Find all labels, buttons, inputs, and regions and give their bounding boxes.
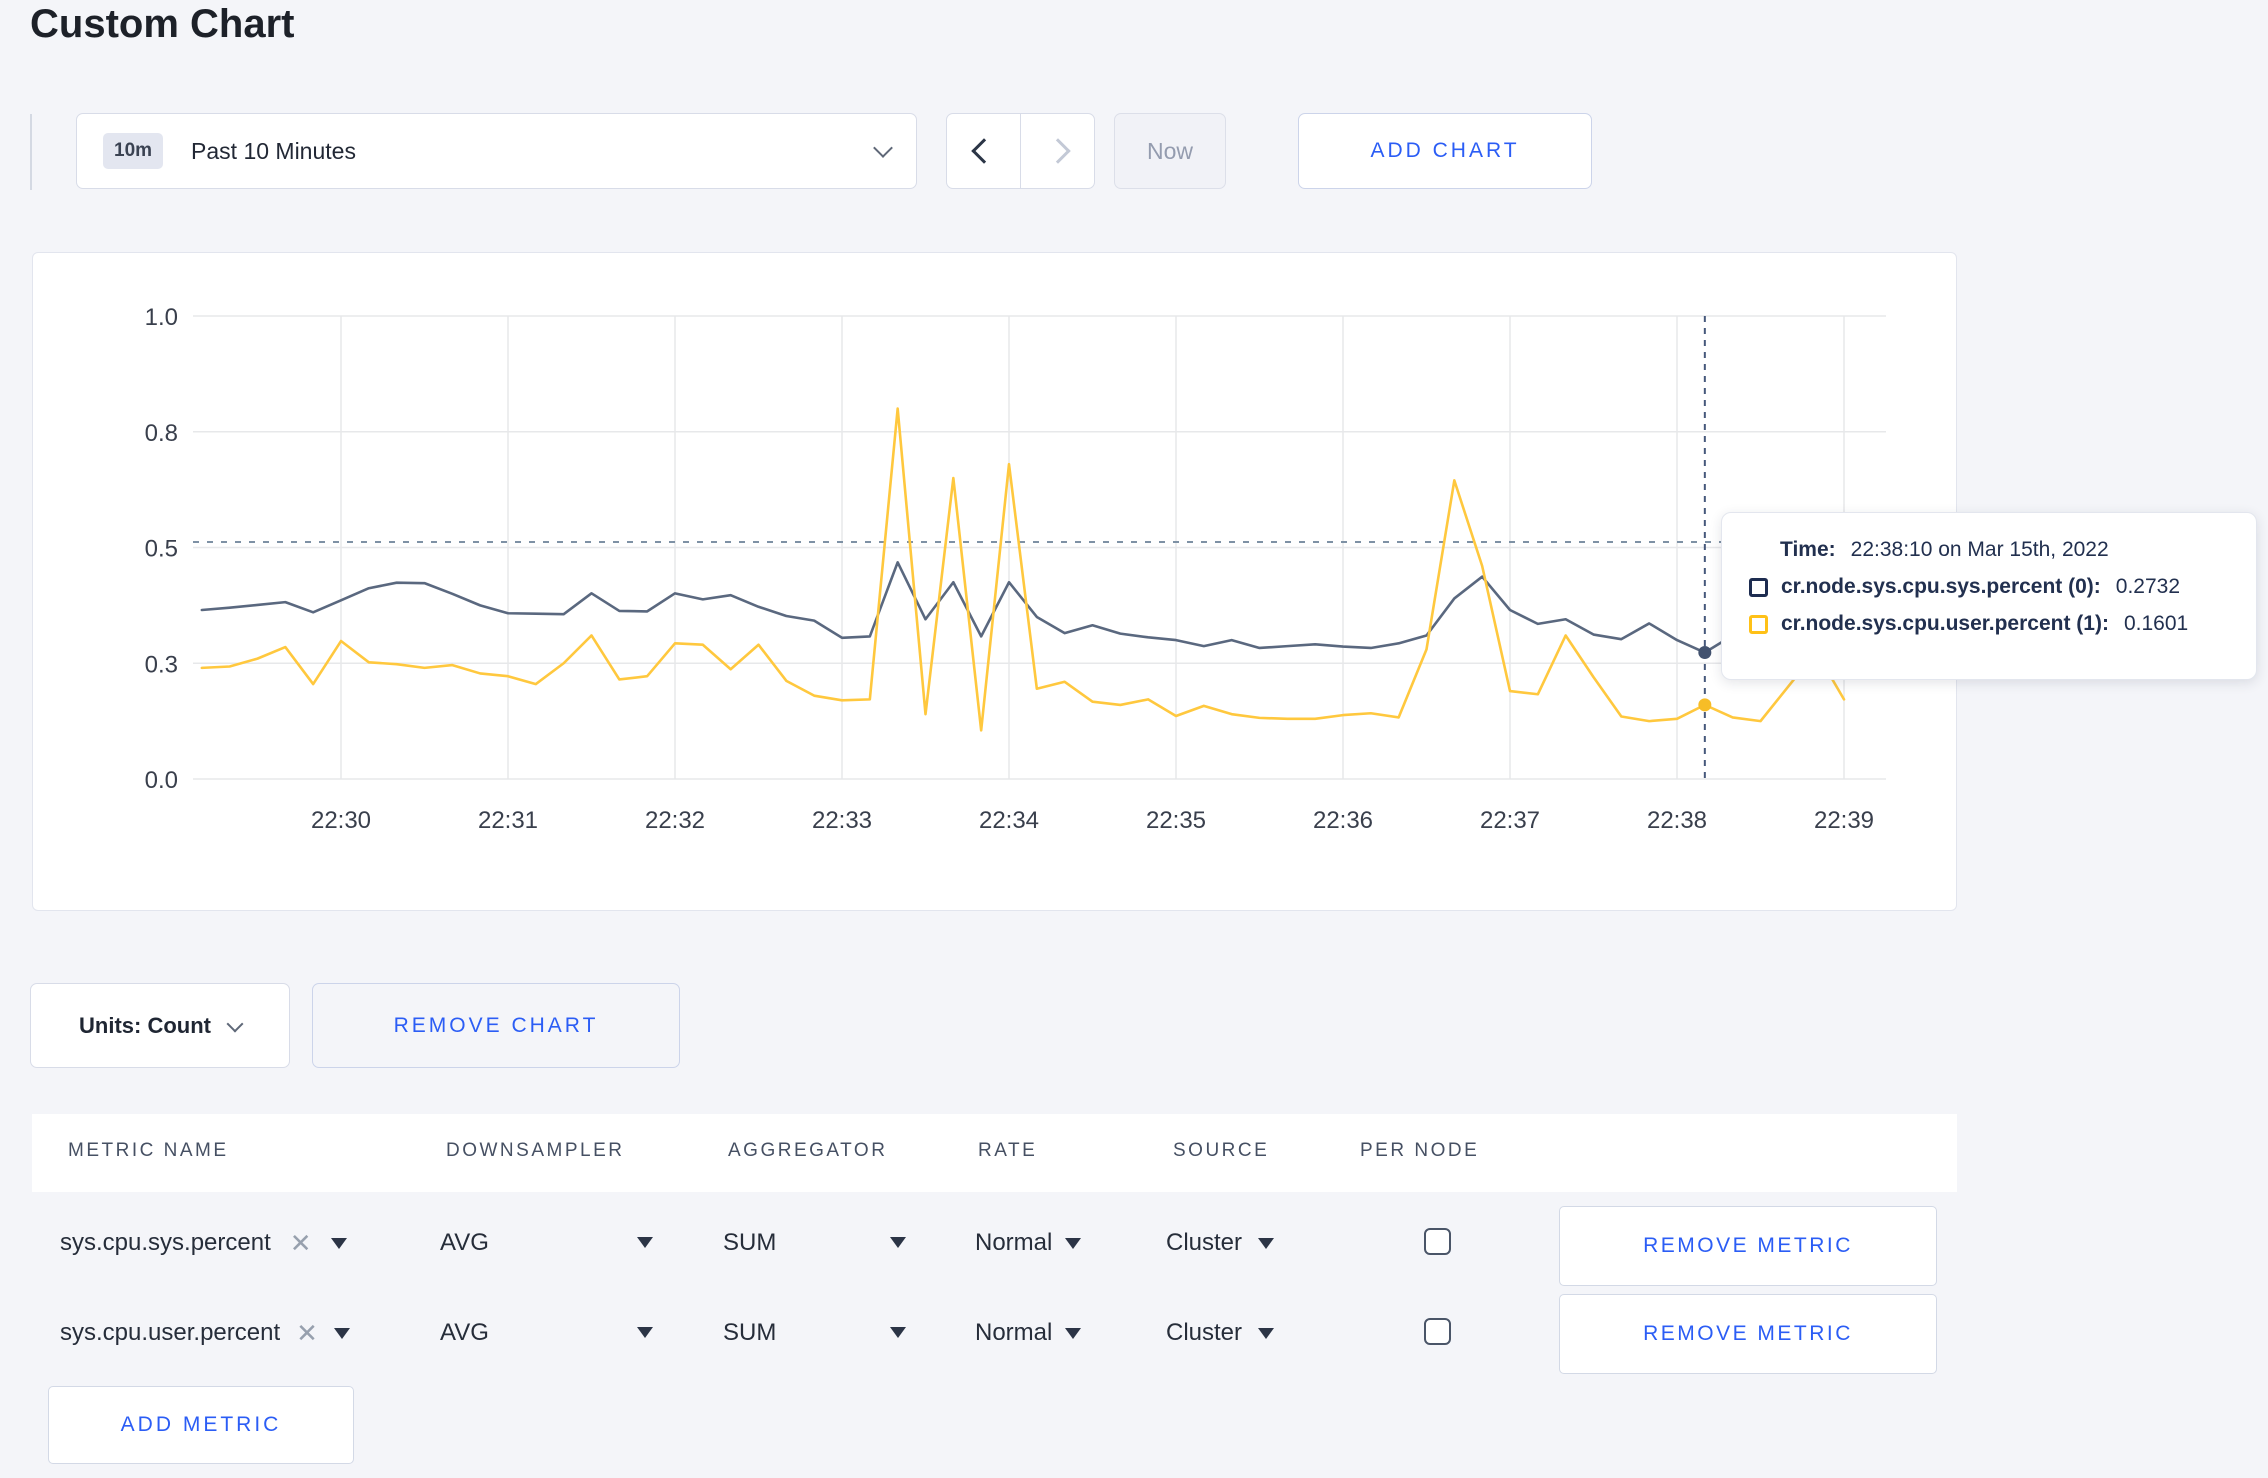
aggregator-value: SUM bbox=[723, 1319, 777, 1346]
aggregator-value: SUM bbox=[723, 1229, 777, 1256]
metric-name-value: sys.cpu.user.percent bbox=[60, 1319, 281, 1346]
prev-time-button[interactable] bbox=[947, 114, 1021, 188]
downsampler-value: AVG bbox=[440, 1229, 489, 1256]
metric-name-value: sys.cpu.sys.percent bbox=[60, 1229, 271, 1256]
svg-text:0.0: 0.0 bbox=[145, 767, 178, 794]
svg-text:0.8: 0.8 bbox=[145, 420, 178, 447]
dropdown-arrow-icon bbox=[1258, 1237, 1275, 1249]
metric-name-select[interactable]: sys.cpu.user.percent ✕ bbox=[60, 1319, 350, 1347]
svg-text:22:39: 22:39 bbox=[1814, 807, 1874, 834]
svg-text:0.3: 0.3 bbox=[145, 651, 178, 678]
units-label: Units: Count bbox=[79, 1012, 211, 1038]
now-button[interactable]: Now bbox=[1114, 113, 1226, 189]
downsampler-select[interactable]: AVG bbox=[440, 1229, 489, 1257]
tooltip-series-label: cr.node.sys.cpu.user.percent (1): bbox=[1781, 612, 2109, 635]
cpu-percent-line-chart[interactable]: 0.0 0.3 0.5 0.8 1.0 22:30 22:31 22:32 22:33 22:34… bbox=[33, 253, 1958, 912]
chevron-right-icon bbox=[1044, 138, 1071, 164]
rate-select[interactable]: Normal bbox=[975, 1319, 1082, 1347]
metrics-table-header: METRIC NAME DOWNSAMPLER AGGREGATOR RATE … bbox=[32, 1114, 1957, 1192]
svg-text:22:32: 22:32 bbox=[645, 807, 705, 834]
user-percent-swatch-icon bbox=[1749, 614, 1768, 634]
aggregator-select[interactable]: SUM bbox=[723, 1319, 776, 1347]
chart-panel: 0.0 0.3 0.5 0.8 1.0 22:30 22:31 22:32 22:33 22:34… bbox=[32, 252, 1957, 911]
rate-value: Normal bbox=[975, 1229, 1053, 1256]
header-metric-name: METRIC NAME bbox=[68, 1140, 229, 1161]
add-chart-button[interactable]: ADD CHART bbox=[1298, 113, 1592, 189]
header-per-node: PER NODE bbox=[1360, 1140, 1480, 1161]
svg-text:22:37: 22:37 bbox=[1480, 807, 1540, 834]
dropdown-arrow-icon bbox=[1258, 1327, 1275, 1339]
dropdown-arrow-icon bbox=[1065, 1327, 1082, 1339]
per-node-checkbox[interactable] bbox=[1424, 1318, 1451, 1345]
chevron-down-icon bbox=[226, 1015, 244, 1032]
dropdown-arrow-icon[interactable] bbox=[637, 1237, 653, 1248]
header-rate: RATE bbox=[978, 1140, 1038, 1161]
aggregator-select[interactable]: SUM bbox=[723, 1229, 776, 1257]
clear-metric-icon[interactable]: ✕ bbox=[296, 1320, 318, 1346]
time-window-label: Past 10 Minutes bbox=[191, 137, 356, 164]
dropdown-arrow-icon bbox=[330, 1237, 347, 1249]
dropdown-arrow-icon[interactable] bbox=[890, 1237, 906, 1248]
svg-text:1.0: 1.0 bbox=[145, 304, 178, 331]
svg-text:22:38: 22:38 bbox=[1647, 807, 1707, 834]
svg-text:0.5: 0.5 bbox=[145, 536, 178, 563]
time-window-badge: 10m bbox=[103, 133, 164, 169]
dropdown-arrow-icon[interactable] bbox=[637, 1327, 653, 1338]
next-time-button[interactable] bbox=[1021, 114, 1094, 188]
downsampler-value: AVG bbox=[440, 1319, 489, 1346]
chevron-left-icon bbox=[970, 138, 997, 164]
header-downsampler: DOWNSAMPLER bbox=[446, 1140, 625, 1161]
svg-text:22:33: 22:33 bbox=[812, 807, 872, 834]
dropdown-arrow-icon bbox=[333, 1327, 350, 1339]
add-metric-button[interactable]: ADD METRIC bbox=[48, 1386, 354, 1464]
header-source: SOURCE bbox=[1173, 1140, 1270, 1161]
svg-text:22:35: 22:35 bbox=[1146, 807, 1206, 834]
tooltip-time-value: 22:38:10 on Mar 15th, 2022 bbox=[1850, 538, 2109, 561]
chevron-down-icon bbox=[873, 138, 893, 158]
custom-chart-page: Custom Chart 10m Past 10 Minutes Now ADD… bbox=[0, 0, 2268, 1478]
chart-tooltip: Time: 22:38:10 on Mar 15th, 2022 cr.node… bbox=[1721, 512, 2257, 680]
clear-metric-icon[interactable]: ✕ bbox=[290, 1230, 312, 1256]
svg-text:22:36: 22:36 bbox=[1313, 807, 1373, 834]
tooltip-time-label: Time: bbox=[1780, 538, 1836, 561]
source-select[interactable]: Cluster bbox=[1166, 1229, 1275, 1257]
toolbar-left-divider bbox=[30, 114, 32, 190]
tooltip-series-label: cr.node.sys.cpu.sys.percent (0): bbox=[1781, 575, 2101, 598]
units-select[interactable]: Units: Count bbox=[30, 983, 290, 1068]
rate-select[interactable]: Normal bbox=[975, 1229, 1082, 1257]
svg-text:22:34: 22:34 bbox=[979, 807, 1039, 834]
time-range-select[interactable]: 10m Past 10 Minutes bbox=[76, 113, 917, 189]
metric-name-select[interactable]: sys.cpu.sys.percent ✕ bbox=[60, 1229, 347, 1257]
page-title: Custom Chart bbox=[30, 2, 295, 46]
remove-metric-button[interactable]: REMOVE METRIC bbox=[1559, 1206, 1937, 1286]
tooltip-series-value: 0.2732 bbox=[2115, 575, 2181, 598]
rate-value: Normal bbox=[975, 1319, 1053, 1346]
tooltip-series-value: 0.1601 bbox=[2123, 612, 2189, 635]
dropdown-arrow-icon bbox=[1065, 1237, 1082, 1249]
time-step-button-group bbox=[946, 113, 1095, 189]
per-node-checkbox[interactable] bbox=[1424, 1228, 1451, 1255]
metric-row: sys.cpu.user.percent ✕ AVG SUM Normal Cl… bbox=[0, 1285, 2268, 1383]
remove-chart-button[interactable]: REMOVE CHART bbox=[312, 983, 680, 1068]
source-value: Cluster bbox=[1166, 1319, 1243, 1346]
sys-percent-swatch-icon bbox=[1749, 577, 1768, 597]
remove-metric-button[interactable]: REMOVE METRIC bbox=[1559, 1294, 1937, 1374]
svg-text:22:31: 22:31 bbox=[478, 807, 538, 834]
source-value: Cluster bbox=[1166, 1229, 1243, 1256]
dropdown-arrow-icon[interactable] bbox=[890, 1327, 906, 1338]
svg-text:22:30: 22:30 bbox=[311, 807, 371, 834]
source-select[interactable]: Cluster bbox=[1166, 1319, 1275, 1347]
metric-row: sys.cpu.sys.percent ✕ AVG SUM Normal Clu… bbox=[0, 1195, 2268, 1293]
downsampler-select[interactable]: AVG bbox=[440, 1319, 489, 1347]
header-aggregator: AGGREGATOR bbox=[728, 1140, 888, 1161]
